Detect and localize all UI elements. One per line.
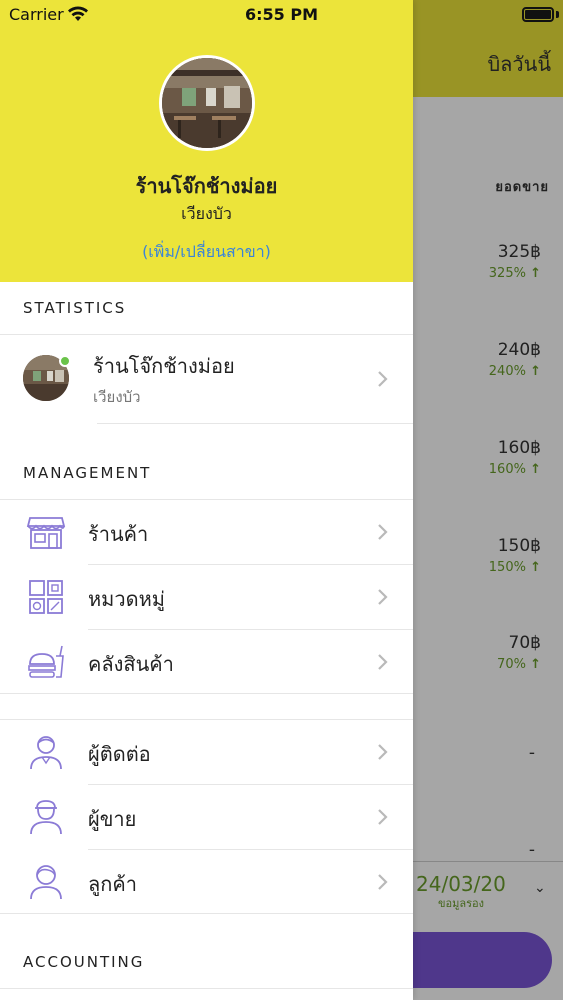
- divider: [97, 423, 413, 424]
- divider: [0, 988, 413, 989]
- section-header-statistics: STATISTICS: [23, 299, 127, 317]
- statistics-branch-subtitle: เวียงบัว: [93, 388, 141, 406]
- drawer-header: ร้านโจ๊กช้างม่อย เวียงบัว (เพิ่ม/เปลี่ยน…: [0, 0, 413, 282]
- statistics-branch-item[interactable]: ร้านโจ๊กช้างม่อย เวียงบัว: [0, 335, 413, 423]
- menu-item-label: ผู้ติดต่อ: [88, 742, 151, 766]
- branch-name: เวียงบัว: [181, 204, 232, 223]
- online-status-dot: [59, 355, 71, 367]
- side-drawer: ร้านโจ๊กช้างม่อย เวียงบัว (เพิ่ม/เปลี่ยน…: [0, 0, 413, 1000]
- change-branch-link[interactable]: (เพิ่ม/เปลี่ยนสาขา): [0, 240, 413, 265]
- customer-person-icon: [30, 865, 62, 900]
- store-icon: [26, 517, 66, 549]
- chevron-right-icon: [378, 524, 388, 540]
- menu-item-sellers[interactable]: ผู้ขาย: [0, 785, 413, 849]
- category-grid-icon: [29, 580, 63, 614]
- food-inventory-icon: [28, 645, 64, 678]
- clock: 6:55 PM: [244, 5, 318, 24]
- seller-person-icon: [30, 800, 62, 835]
- divider: [0, 913, 413, 914]
- statistics-branch-title: ร้านโจ๊กช้างม่อย: [93, 354, 235, 378]
- shop-name: ร้านโจ๊กช้างม่อย: [135, 174, 278, 198]
- chevron-right-icon: [378, 589, 388, 605]
- chevron-right-icon: [378, 809, 388, 825]
- menu-item-inventory[interactable]: คลังสินค้า: [0, 630, 413, 694]
- menu-item-label: หมวดหมู่: [88, 587, 165, 611]
- chevron-right-icon: [378, 874, 388, 890]
- menu-item-category[interactable]: หมวดหมู่: [0, 565, 413, 629]
- section-header-management: MANAGEMENT: [23, 464, 152, 482]
- chevron-right-icon: [378, 744, 388, 760]
- divider: [0, 693, 413, 694]
- shop-avatar[interactable]: [159, 55, 255, 151]
- contact-person-icon: [30, 736, 62, 770]
- battery-icon: [522, 7, 554, 22]
- status-bar: Carrier 6:55 PM: [0, 0, 563, 30]
- menu-item-label: ร้านค้า: [88, 522, 149, 546]
- menu-item-label: คลังสินค้า: [88, 652, 174, 676]
- menu-item-customers[interactable]: ลูกค้า: [0, 850, 413, 914]
- section-header-accounting: ACCOUNTING: [23, 953, 145, 971]
- chevron-right-icon: [378, 371, 388, 387]
- menu-item-store[interactable]: ร้านค้า: [0, 500, 413, 564]
- menu-item-contacts[interactable]: ผู้ติดต่อ: [0, 720, 413, 784]
- menu-item-label: ลูกค้า: [88, 872, 137, 896]
- chevron-right-icon: [378, 654, 388, 670]
- menu-item-label: ผู้ขาย: [88, 807, 137, 831]
- battery-nub: [556, 11, 559, 18]
